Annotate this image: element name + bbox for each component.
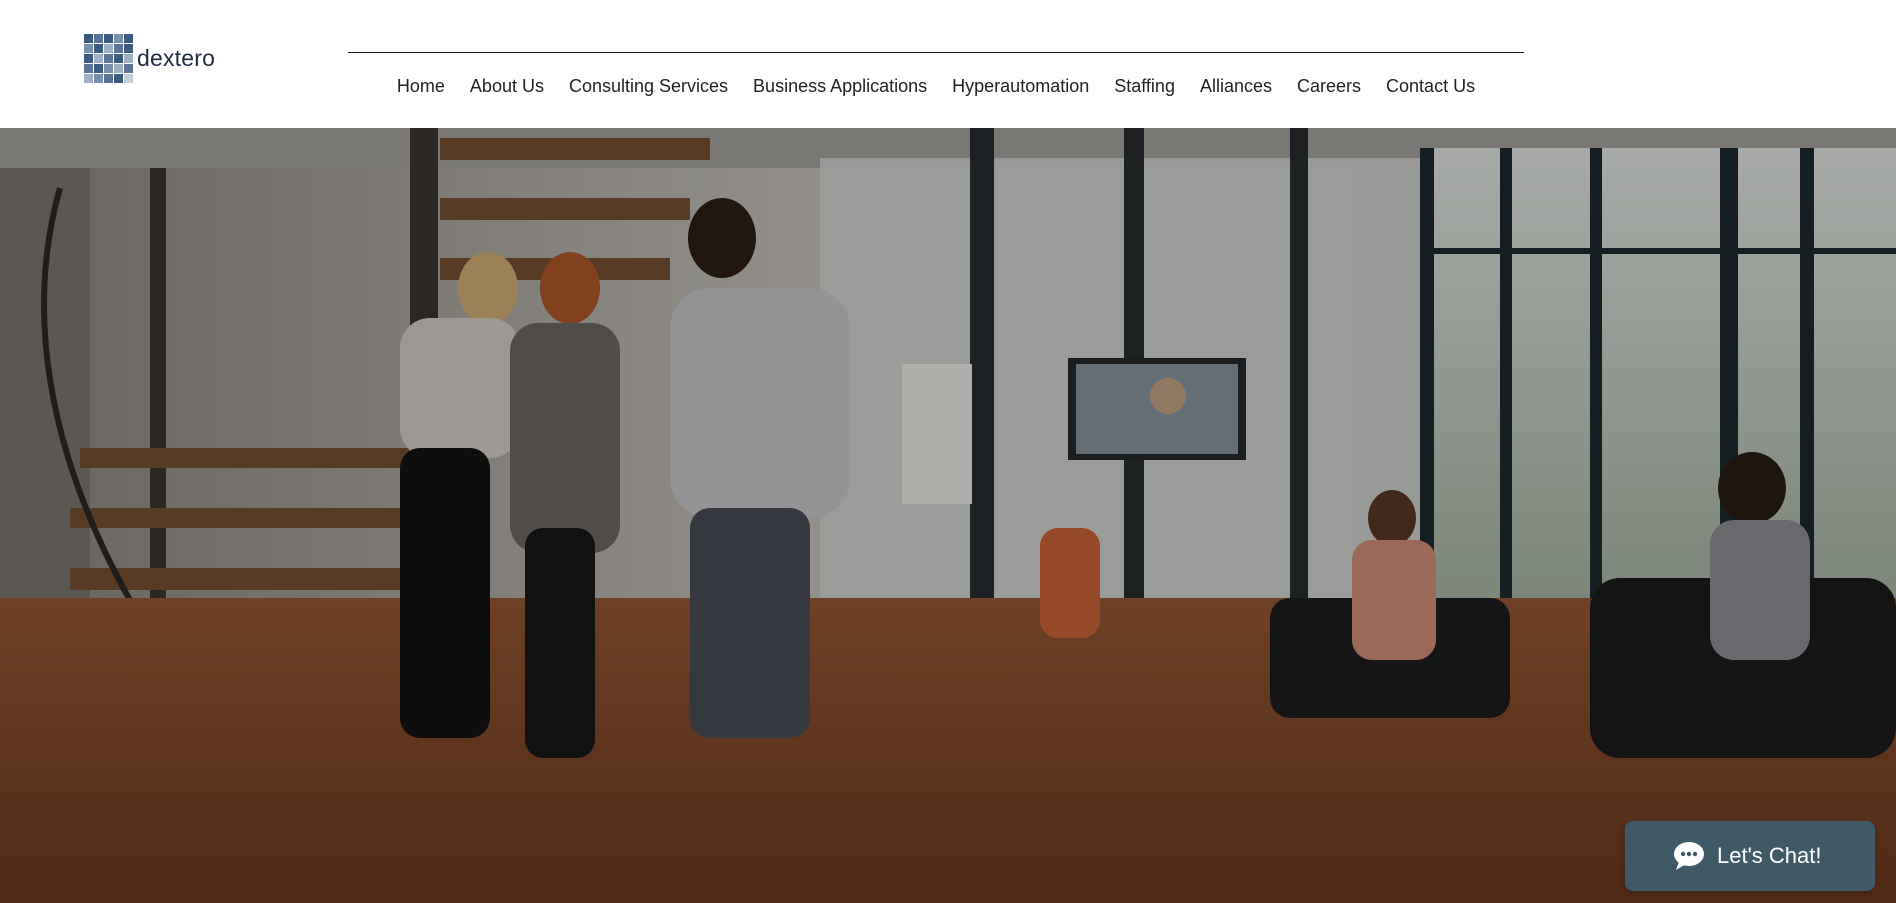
logo-square — [104, 54, 113, 63]
chat-bubble-icon — [1674, 842, 1704, 870]
nav-item-hyperautomation[interactable]: Hyperautomation — [940, 76, 1102, 97]
nav-item-business-applications[interactable]: Business Applications — [741, 76, 940, 97]
logo-square — [124, 34, 133, 43]
logo-square — [94, 64, 103, 73]
logo-square — [104, 44, 113, 53]
logo-square — [94, 34, 103, 43]
logo-square — [84, 44, 93, 53]
nav-item-contact-us[interactable]: Contact Us — [1374, 76, 1488, 97]
logo-square — [124, 44, 133, 53]
logo-square — [94, 74, 103, 83]
nav-item-careers[interactable]: Careers — [1285, 76, 1374, 97]
logo-square — [84, 54, 93, 63]
logo-square — [114, 54, 123, 63]
logo-square — [114, 74, 123, 83]
logo-square — [124, 64, 133, 73]
logo-square — [104, 34, 113, 43]
chat-label: Let's Chat! — [1717, 843, 1822, 868]
nav-item-about-us[interactable]: About Us — [457, 76, 556, 97]
logo-square — [84, 64, 93, 73]
logo-square — [104, 74, 113, 83]
logo-mark-icon — [84, 34, 133, 83]
logo-square — [124, 54, 133, 63]
logo-square — [84, 74, 93, 83]
chat-button[interactable]: Let's Chat! — [1625, 821, 1875, 891]
nav-item-home[interactable]: Home — [384, 76, 457, 97]
logo-square — [114, 34, 123, 43]
logo-square — [94, 44, 103, 53]
nav-item-alliances[interactable]: Alliances — [1187, 76, 1284, 97]
logo-square — [94, 54, 103, 63]
logo-square — [124, 74, 133, 83]
nav-item-consulting-services[interactable]: Consulting Services — [556, 76, 740, 97]
logo-square — [114, 44, 123, 53]
logo-square — [114, 64, 123, 73]
brand-logo[interactable]: dextero — [84, 34, 215, 83]
logo-square — [104, 64, 113, 73]
logo-square — [84, 34, 93, 43]
main-nav: Home About Us Consulting Services Busine… — [348, 68, 1524, 104]
hero-image — [0, 128, 1896, 903]
site-header: dextero Home About Us Consulting Service… — [0, 0, 1896, 128]
brand-name: dextero — [137, 45, 216, 71]
nav-item-staffing[interactable]: Staffing — [1102, 76, 1188, 97]
nav-divider — [348, 52, 1524, 53]
